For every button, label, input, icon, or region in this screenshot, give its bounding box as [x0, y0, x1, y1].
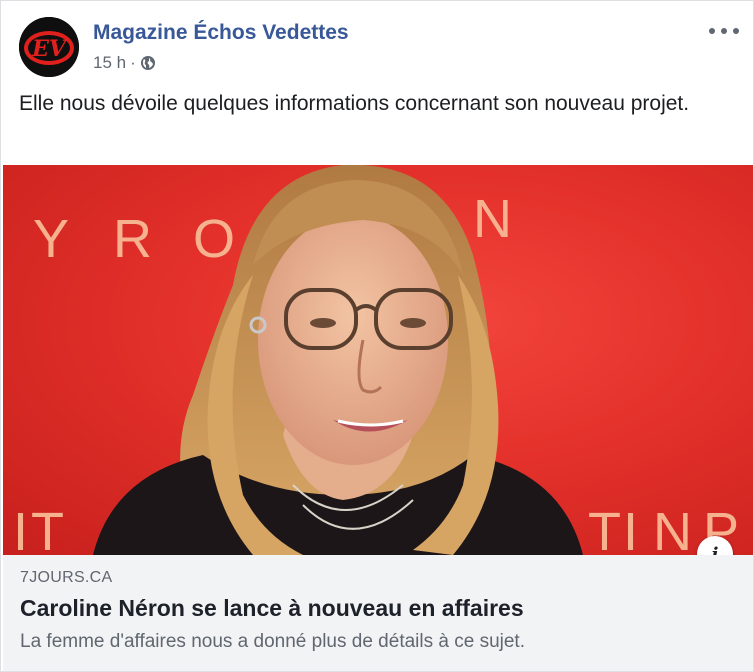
avatar[interactable]: EV: [19, 17, 79, 77]
page-name-link[interactable]: Magazine Échos Vedettes: [93, 21, 349, 45]
backdrop-letter: Y: [33, 209, 69, 269]
link-title[interactable]: Caroline Néron se lance à nouveau en aff…: [20, 595, 524, 622]
backdrop-letter: N: [653, 502, 692, 555]
meta-separator: ·: [130, 53, 136, 72]
globe-icon[interactable]: [140, 55, 156, 71]
link-preview-footer[interactable]: 7JOURS.CA Caroline Néron se lance à nouv…: [3, 555, 753, 671]
more-options-icon[interactable]: [709, 19, 739, 43]
magazine-logo-icon: EV: [19, 17, 79, 77]
backdrop-letter: I: [623, 502, 638, 555]
post-header: EV Magazine Échos Vedettes 15 h ·: [19, 15, 739, 79]
article-photo: Y R O N I T T I N P: [13, 165, 739, 555]
post-card: EV Magazine Échos Vedettes 15 h · Elle n…: [0, 0, 754, 672]
link-description: La femme d'affaires nous a donné plus de…: [20, 631, 525, 652]
logo-text: EV: [31, 36, 68, 62]
backdrop-letter: T: [31, 502, 64, 555]
backdrop-letter: R: [113, 209, 152, 269]
backdrop-letter: O: [193, 209, 235, 269]
post-meta: 15 h ·: [93, 53, 156, 73]
backdrop-letter: I: [13, 502, 28, 555]
link-domain: 7JOURS.CA: [20, 569, 113, 586]
backdrop-letter: T: [588, 502, 621, 555]
backdrop-letter: N: [473, 189, 512, 249]
post-text: Elle nous dévoile quelques informations …: [19, 92, 690, 115]
post-timestamp[interactable]: 15 h: [93, 53, 126, 73]
link-preview-image[interactable]: Y R O N I T T I N P: [3, 165, 753, 555]
